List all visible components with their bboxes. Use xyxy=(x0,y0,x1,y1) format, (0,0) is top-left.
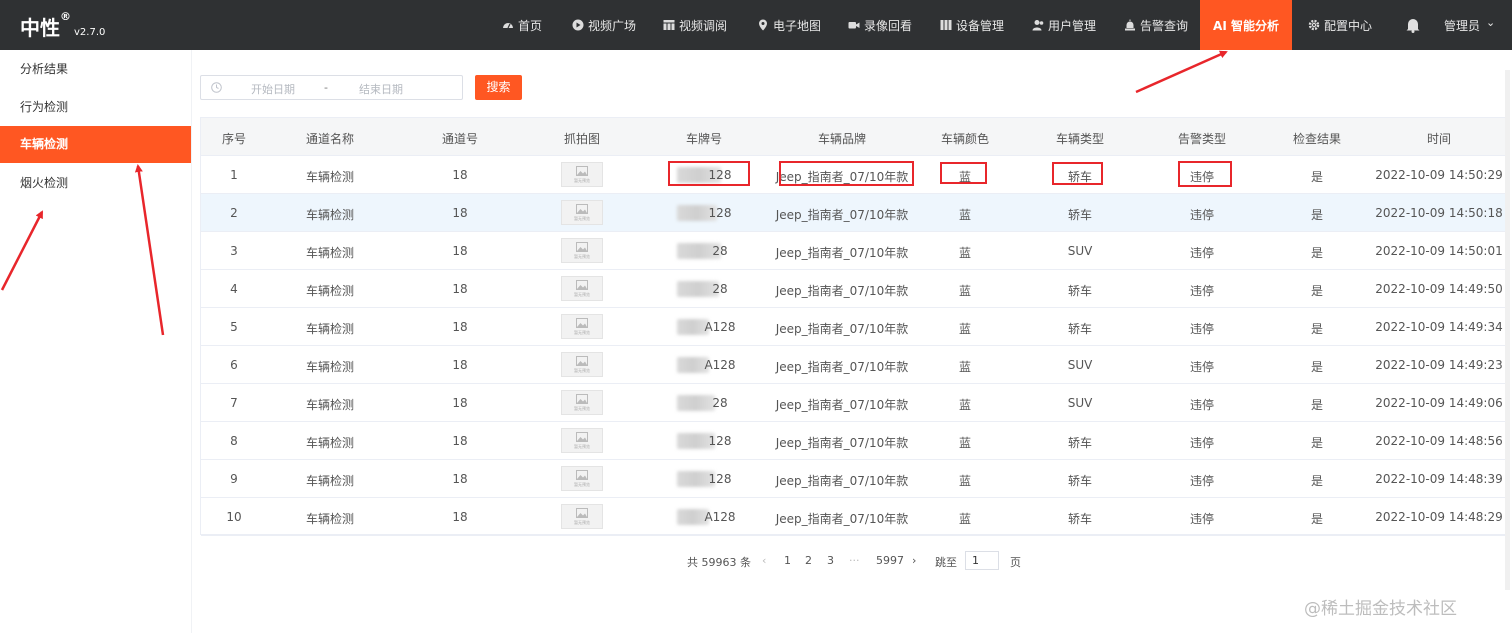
arrow-to-vehicle-detection xyxy=(134,164,165,336)
watermark-text: @稀土掘金技术社区 xyxy=(1304,599,1457,619)
arrow-to-ai-menu xyxy=(1135,50,1228,94)
arrow-to-sidebar xyxy=(0,210,44,291)
annotation-arrows xyxy=(0,50,1228,336)
